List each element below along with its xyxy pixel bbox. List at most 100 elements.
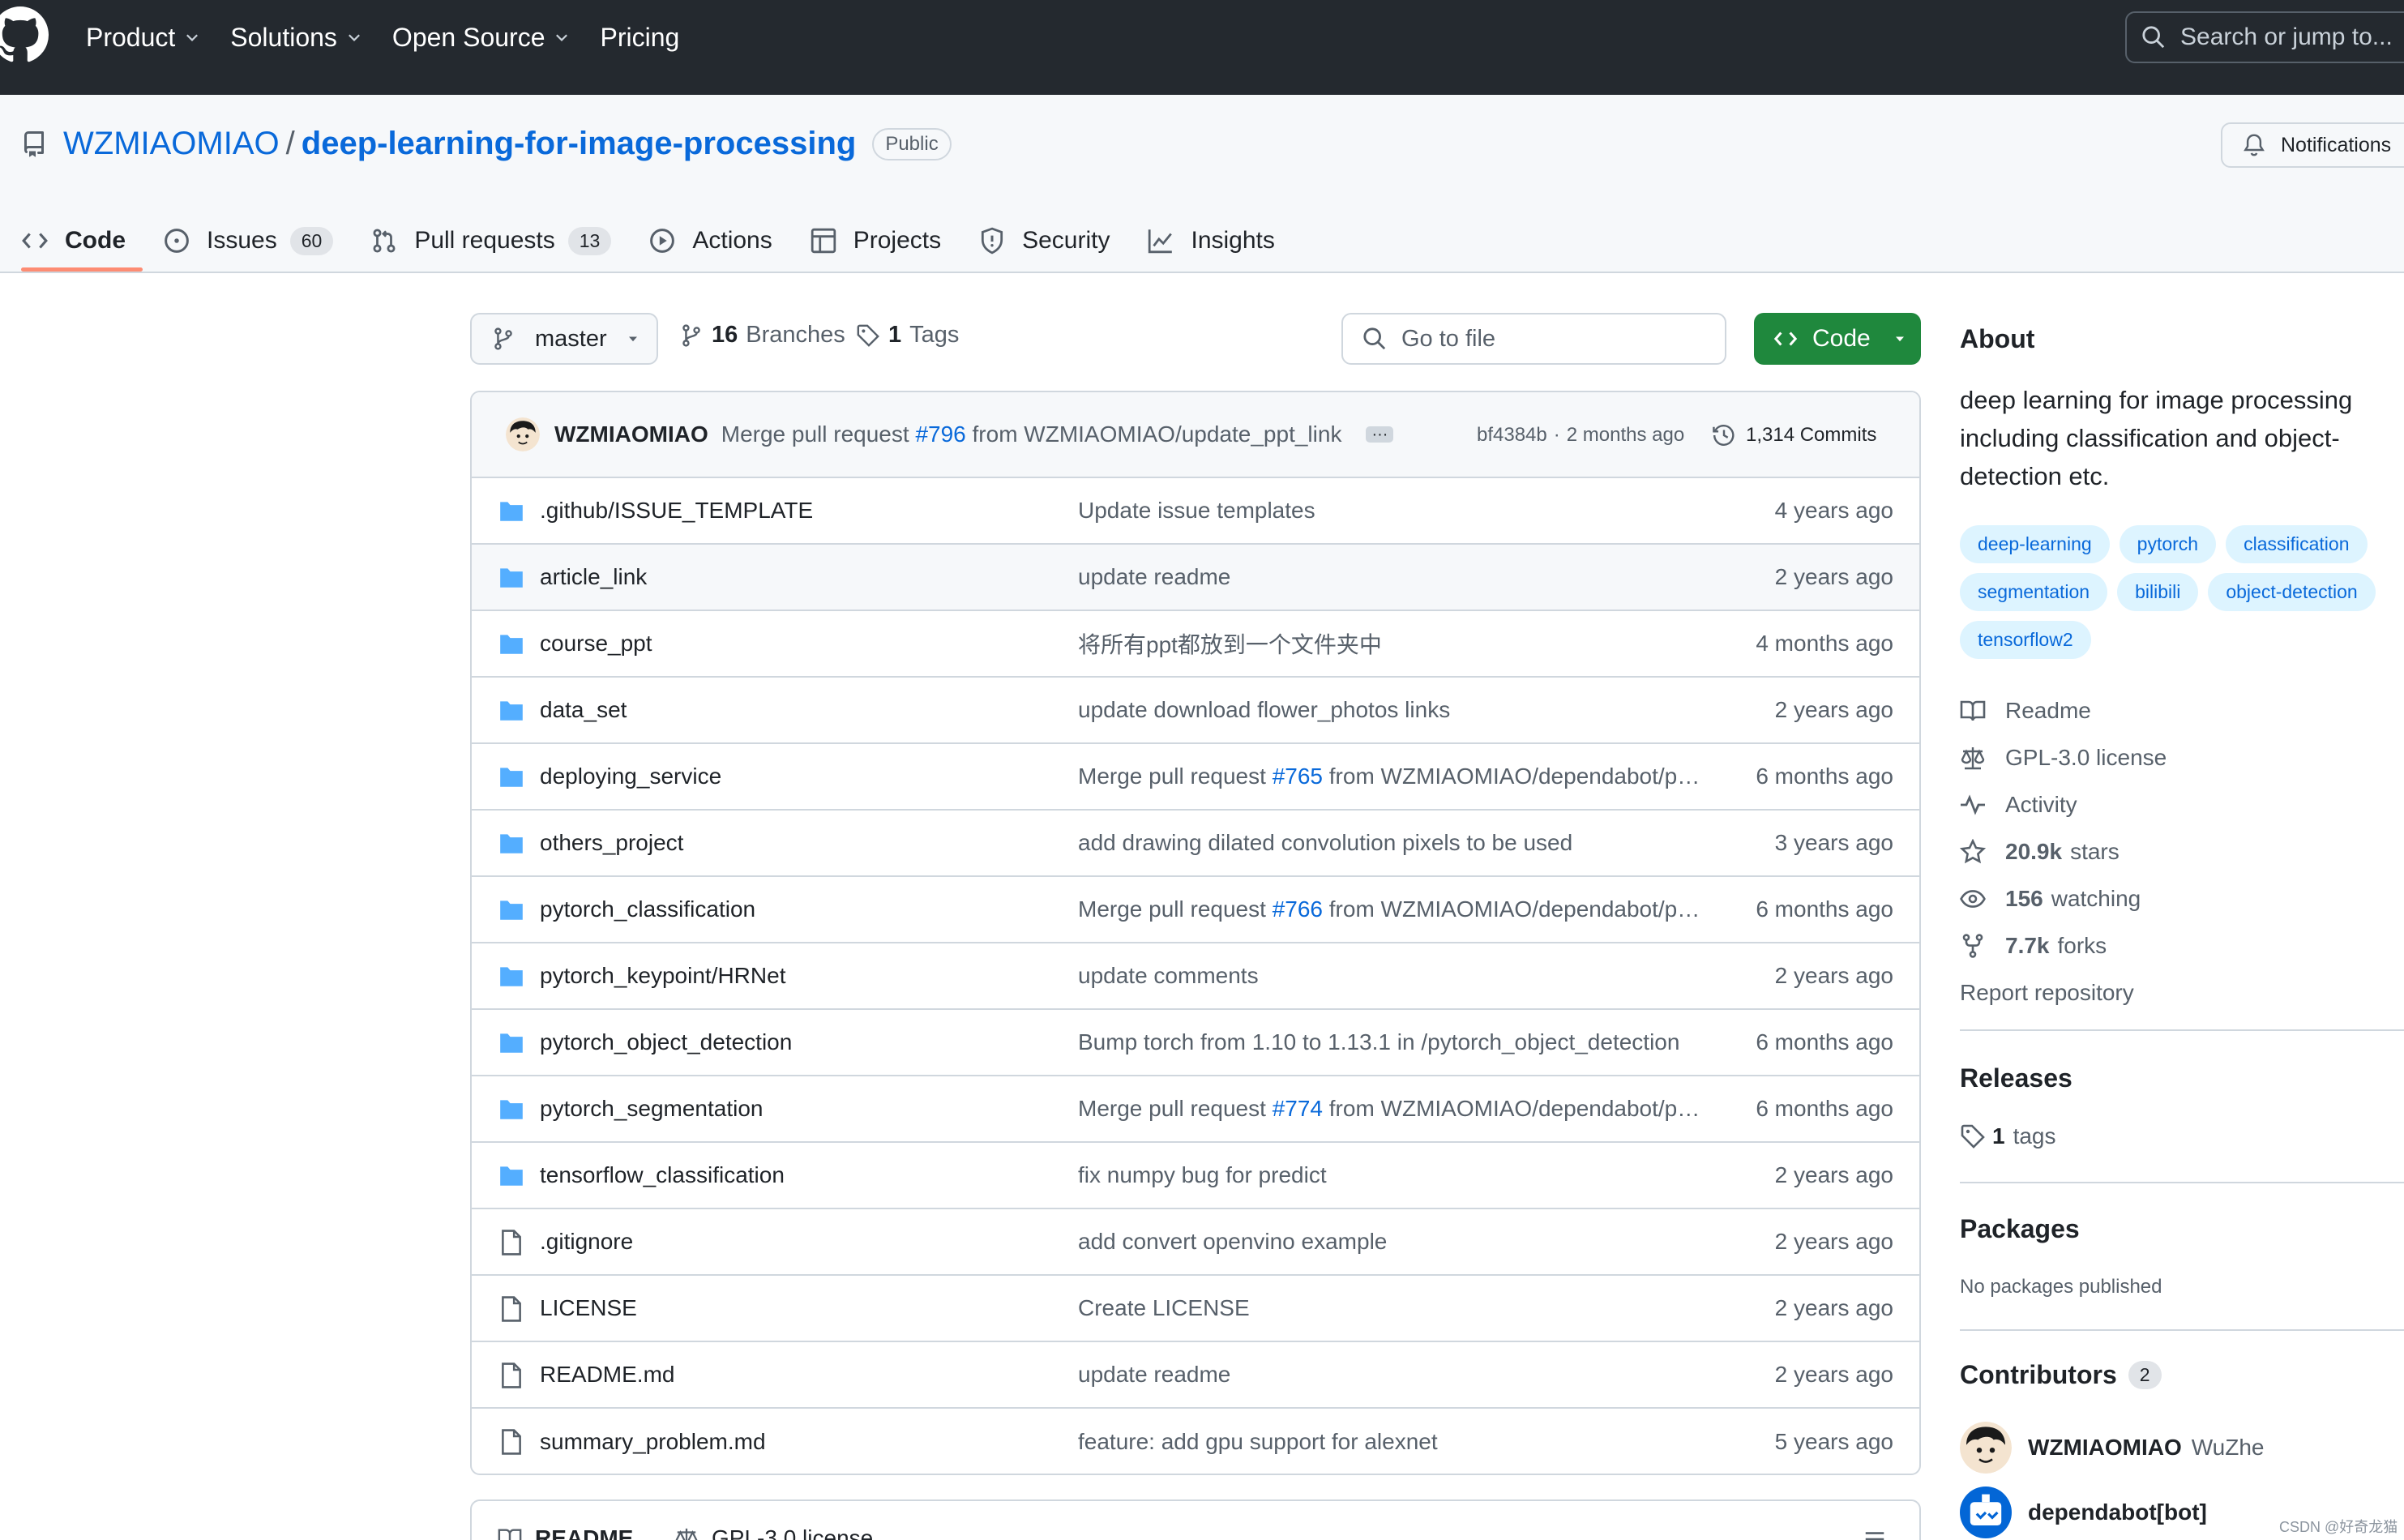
about-link-forks[interactable]: 7.7k forks <box>1960 922 2167 969</box>
file-name-link[interactable]: data_set <box>540 697 627 723</box>
file-name-link[interactable]: .gitignore <box>540 1229 633 1255</box>
topic-tag[interactable]: classification <box>2226 525 2368 563</box>
topic-tag[interactable]: pytorch <box>2119 525 2217 563</box>
tags-link[interactable]: 1 Tags <box>856 322 959 349</box>
list-menu-icon[interactable] <box>1863 1527 1887 1540</box>
file-name-link[interactable]: README.md <box>540 1362 674 1388</box>
tab-code[interactable]: Code <box>21 216 126 265</box>
branch-selector[interactable]: master <box>470 313 658 365</box>
repo-owner-link[interactable]: WZMIAOMIAO <box>63 126 280 162</box>
nav-solutions[interactable]: Solutions <box>230 23 363 53</box>
file-commit-message[interactable]: add drawing dilated convolution pixels t… <box>1078 830 1702 856</box>
file-commit-message[interactable]: Merge pull request #774 from WZMIAOMIAO/… <box>1078 1096 1702 1122</box>
file-name-link[interactable]: LICENSE <box>540 1295 637 1321</box>
about-link-watching[interactable]: 156 watching <box>1960 875 2167 922</box>
file-commit-pr-link[interactable]: #766 <box>1273 896 1323 922</box>
about-link-stars[interactable]: 20.9k stars <box>1960 828 2167 875</box>
file-name-link[interactable]: pytorch_keypoint/HRNet <box>540 963 785 989</box>
packages-heading[interactable]: Packages <box>1960 1214 2080 1244</box>
file-commit-message[interactable]: update readme <box>1078 564 1702 590</box>
tab-actions[interactable]: Actions <box>648 216 772 265</box>
file-commit-message[interactable]: 将所有ppt都放到一个文件夹中 <box>1078 627 1702 660</box>
file-name-link[interactable]: others_project <box>540 830 683 856</box>
file-row[interactable]: course_ppt 将所有ppt都放到一个文件夹中 4 months ago <box>472 611 1919 678</box>
go-to-file-input[interactable]: Go to file <box>1341 313 1726 365</box>
commits-history-link[interactable]: 1,314 Commits <box>1712 392 1876 478</box>
branches-link[interactable]: 16 Branches <box>679 322 845 349</box>
contributor-item[interactable]: dependabot[bot] <box>1960 1487 2217 1538</box>
nav-product[interactable]: Product <box>86 23 201 53</box>
tab-pull-requests[interactable]: Pull requests 13 <box>370 216 612 265</box>
topic-tag[interactable]: tensorflow2 <box>1960 621 2091 659</box>
file-row[interactable]: data_set update download flower_photos li… <box>472 678 1919 744</box>
commit-pr-link[interactable]: #796 <box>915 421 965 447</box>
file-commit-message[interactable]: add convert openvino example <box>1078 1229 1702 1255</box>
commit-author[interactable]: WZMIAOMIAO <box>554 421 708 447</box>
file-commit-pr-link[interactable]: #774 <box>1273 1096 1323 1121</box>
file-row[interactable]: .gitignore add convert openvino example 2 … <box>472 1209 1919 1276</box>
file-row[interactable]: LICENSE Create LICENSE 2 years ago <box>472 1276 1919 1342</box>
topic-tag[interactable]: object-detection <box>2208 573 2376 611</box>
file-row[interactable]: pytorch_keypoint/HRNet update comments 2 y… <box>472 943 1919 1010</box>
file-icon <box>502 1296 521 1322</box>
file-name-link[interactable]: article_link <box>540 564 647 590</box>
nav-pricing[interactable]: Pricing <box>600 23 679 53</box>
file-commit-message[interactable]: Bump torch from 1.10 to 1.13.1 in /pytor… <box>1078 1029 1702 1055</box>
repo-name-link[interactable]: deep-learning-for-image-processing <box>302 126 857 162</box>
about-link-readme[interactable]: Readme <box>1960 687 2167 734</box>
file-name-link[interactable]: deploying_service <box>540 764 721 789</box>
about-link-activity[interactable]: Activity <box>1960 781 2167 828</box>
file-commit-message[interactable]: update comments <box>1078 963 1702 989</box>
tab-issues[interactable]: Issues 60 <box>163 216 334 265</box>
file-row[interactable]: summary_problem.md feature: add gpu suppo… <box>472 1409 1919 1474</box>
file-name-link[interactable]: tensorflow_classification <box>540 1162 785 1188</box>
file-name-link[interactable]: summary_problem.md <box>540 1429 766 1455</box>
commit-hash[interactable]: bf4384b <box>1477 424 1547 447</box>
file-commit-message[interactable]: fix numpy bug for predict <box>1078 1162 1702 1188</box>
author-avatar[interactable] <box>506 417 540 451</box>
tab-security[interactable]: Security <box>978 216 1110 265</box>
file-name-link[interactable]: pytorch_classification <box>540 896 755 922</box>
expand-commit-button[interactable]: ··· <box>1366 426 1394 443</box>
file-row[interactable]: README.md update readme 2 years ago <box>472 1342 1919 1409</box>
file-commit-message[interactable]: Create LICENSE <box>1078 1295 1702 1321</box>
tab-insights[interactable]: Insights <box>1147 216 1275 265</box>
file-commit-message[interactable]: Update issue templates <box>1078 498 1702 524</box>
license-tab[interactable]: GPL-3.0 license <box>674 1525 873 1540</box>
file-name-link[interactable]: pytorch_object_detection <box>540 1029 792 1055</box>
code-download-button[interactable]: Code <box>1754 313 1921 365</box>
commit-message[interactable]: Merge pull request #796 from WZMIAOMIAO/… <box>721 421 1342 447</box>
about-link-report-repository[interactable]: Report repository <box>1960 969 2167 1016</box>
global-search-input[interactable]: Search or jump to... <box>2125 11 2404 63</box>
file-row[interactable]: .github/ISSUE_TEMPLATE Update issue templ… <box>472 478 1919 545</box>
file-commit-message[interactable]: Merge pull request #765 from WZMIAOMIAO/… <box>1078 764 1702 789</box>
topic-tag[interactable]: deep-learning <box>1960 525 2110 563</box>
tab-projects[interactable]: Projects <box>810 216 941 265</box>
nav-open-source[interactable]: Open Source <box>392 23 571 53</box>
file-row[interactable]: article_link update readme 2 years ago <box>472 545 1919 611</box>
file-commit-message[interactable]: feature: add gpu support for alexnet <box>1078 1429 1702 1455</box>
topic-tag[interactable]: bilibili <box>2117 573 2199 611</box>
releases-heading[interactable]: Releases <box>1960 1063 2072 1093</box>
release-tags-link[interactable]: 1 tags <box>1960 1123 2056 1149</box>
file-name-link[interactable]: pytorch_segmentation <box>540 1096 764 1122</box>
file-name-link[interactable]: course_ppt <box>540 631 652 657</box>
file-name-link[interactable]: .github/ISSUE_TEMPLATE <box>540 498 813 524</box>
file-row[interactable]: others_project add drawing dilated convol… <box>472 811 1919 877</box>
file-row[interactable]: pytorch_segmentation Merge pull request #… <box>472 1076 1919 1143</box>
notifications-button[interactable]: Notifications <box>2221 122 2404 168</box>
file-commit-pr-link[interactable]: #765 <box>1273 764 1323 789</box>
about-link-gpl-3-0-license[interactable]: GPL-3.0 license <box>1960 734 2167 781</box>
file-commit-message[interactable]: update download flower_photos links <box>1078 697 1702 723</box>
file-row[interactable]: pytorch_classification Merge pull request… <box>472 877 1919 943</box>
file-row[interactable]: tensorflow_classification fix numpy bug f… <box>472 1143 1919 1209</box>
contributors-heading[interactable]: Contributors 2 <box>1960 1360 2162 1390</box>
topic-tag[interactable]: segmentation <box>1960 573 2108 611</box>
file-commit-message[interactable]: update readme <box>1078 1362 1702 1388</box>
github-logo-icon[interactable] <box>0 6 49 63</box>
file-row[interactable]: deploying_service Merge pull request #765… <box>472 744 1919 811</box>
file-commit-message[interactable]: Merge pull request #766 from WZMIAOMIAO/… <box>1078 896 1702 922</box>
file-row[interactable]: pytorch_object_detection Bump torch from … <box>472 1010 1919 1076</box>
contributor-item[interactable]: WZMIAOMIAO WuZhe <box>1960 1422 2265 1474</box>
readme-tab[interactable]: README <box>498 1525 633 1540</box>
